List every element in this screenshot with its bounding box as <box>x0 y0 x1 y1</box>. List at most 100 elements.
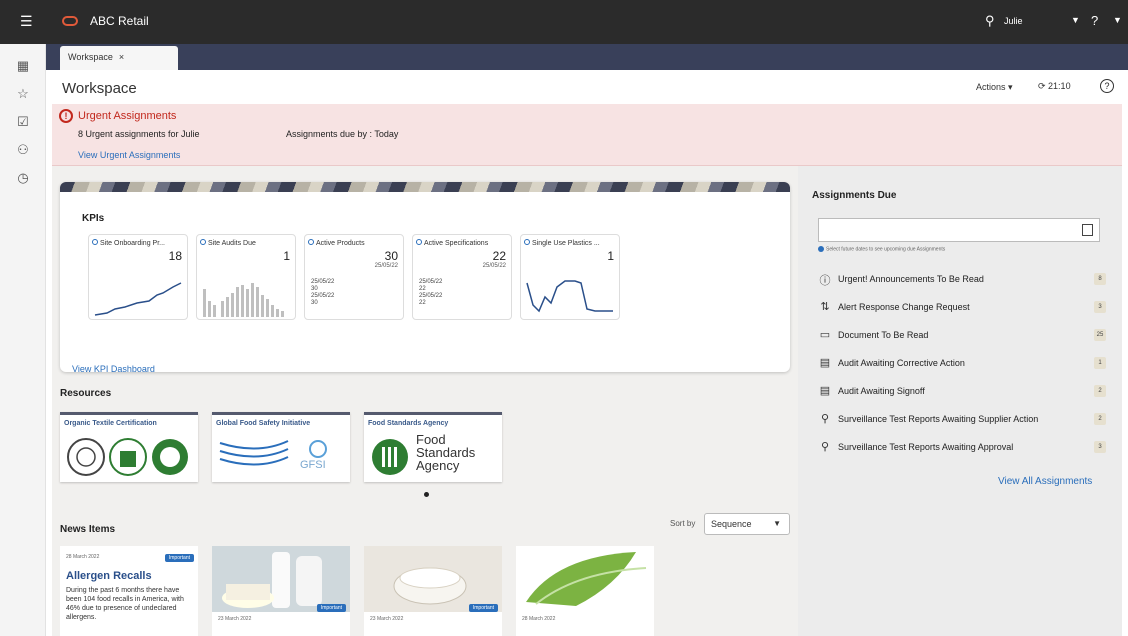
oracle-logo-icon <box>62 16 78 26</box>
kpi-tile-name: Site Onboarding Pr... <box>100 240 165 247</box>
assignment-item[interactable]: ⚲ Surveillance Test Reports Awaiting Sup… <box>818 412 1106 430</box>
kpi-tile[interactable]: Active Products 30 25/05/22 25/05/22 30 … <box>304 234 404 320</box>
page-header: Workspace Actions ▾ ⟳ 21:10 ? <box>46 70 1128 104</box>
lettuce-image-icon <box>516 546 654 612</box>
view-all-assignments-link[interactable]: View All Assignments <box>998 476 1092 487</box>
calendar-icon[interactable] <box>1082 224 1093 236</box>
kpi-row-value: 22 <box>419 286 426 292</box>
kpi-row-date: 25/05/22 <box>419 279 443 285</box>
assignment-label: Document To Be Read <box>838 330 929 340</box>
assignment-item[interactable]: ⓘ Urgent! Announcements To Be Read 8 <box>818 272 1106 290</box>
kpi-row-value: 30 <box>311 300 318 306</box>
kpi-banner <box>60 182 790 192</box>
people-icon[interactable]: ⚇ <box>14 142 32 160</box>
assignment-item[interactable]: ▤ Audit Awaiting Signoff 2 <box>818 384 1106 402</box>
fsa-logo-text: Food Standards Agency <box>416 433 475 472</box>
kpi-tile[interactable]: Active Specifications 22 25/05/22 25/05/… <box>412 234 512 320</box>
news-headline: Allergen Recalls <box>66 570 152 582</box>
sort-by-label: Sort by <box>670 519 696 528</box>
assignment-label: Alert Response Change Request <box>838 302 970 312</box>
assignment-count: 3 <box>1094 441 1106 453</box>
assignment-count: 1 <box>1094 357 1106 369</box>
date-hint-text: Select future dates to see upcoming due … <box>826 246 946 253</box>
resource-card[interactable]: Global Food Safety Initiative GFSI <box>212 412 350 482</box>
close-icon[interactable]: × <box>119 52 124 62</box>
kpi-ring-icon <box>200 239 206 245</box>
assignment-count: 2 <box>1094 413 1106 425</box>
resource-card[interactable]: Food Standards Agency Food Standards Age… <box>364 412 502 482</box>
chevron-down-icon[interactable]: ▼ <box>1113 15 1122 25</box>
assignment-item[interactable]: ⚲ Surveillance Test Reports Awaiting App… <box>818 440 1106 458</box>
app-title: ABC Retail <box>90 14 149 28</box>
news-card[interactable]: 28 March 2022 Important Allergen Recalls… <box>60 546 198 636</box>
kpi-tile-value: 30 <box>384 249 398 263</box>
star-icon[interactable]: ☆ <box>14 86 32 104</box>
resource-title: Organic Textile Certification <box>64 420 157 427</box>
info-icon <box>818 246 824 252</box>
help-icon[interactable]: ? <box>1100 79 1114 93</box>
chevron-down-icon[interactable]: ▼ <box>1071 15 1080 25</box>
kpi-row-date: 25/05/22 <box>311 293 335 299</box>
organic-certification-logo-icon <box>67 438 188 476</box>
grid-icon[interactable]: ▦ <box>14 58 32 76</box>
kpi-ring-icon <box>524 239 530 245</box>
news-card[interactable]: 28 March 2022 <box>516 546 654 636</box>
date-hint: Select future dates to see upcoming due … <box>818 246 945 252</box>
assignment-label: Audit Awaiting Signoff <box>838 386 925 396</box>
assignment-count: 8 <box>1094 273 1106 285</box>
user-icon[interactable]: ⚲ <box>985 13 995 29</box>
kpi-tile-name: Active Specifications <box>424 240 489 247</box>
user-name[interactable]: Julie <box>1004 16 1023 26</box>
fsa-logo-line: Agency <box>416 458 460 473</box>
kpi-tile-value: 1 <box>283 249 290 263</box>
tab-bar: Workspace × <box>46 44 1128 70</box>
kpi-tile-name: Single Use Plastics ... <box>532 240 600 247</box>
due-date-input[interactable] <box>818 218 1100 242</box>
calendar-check-icon[interactable]: ☑ <box>14 114 32 132</box>
actions-menu[interactable]: Actions ▾ <box>976 82 1013 93</box>
assignments-title: Assignments Due <box>812 190 897 201</box>
kpi-title: KPIs <box>82 213 105 224</box>
view-kpi-dashboard-link[interactable]: View KPI Dashboard <box>72 364 155 372</box>
assignment-item[interactable]: ▭ Document To Be Read 25 <box>818 328 1106 346</box>
assignments-panel: Assignments Due Select future dates to s… <box>798 166 1122 636</box>
kpi-tile[interactable]: Single Use Plastics ... 1 <box>520 234 620 320</box>
assignment-label: Surveillance Test Reports Awaiting Suppl… <box>838 414 1039 424</box>
news-card[interactable]: Important 23 March 2022 <box>364 546 502 636</box>
view-urgent-link[interactable]: View Urgent Assignments <box>78 150 180 160</box>
refresh-button[interactable]: ⟳ 21:10 <box>1038 81 1071 92</box>
important-badge: Important <box>164 554 194 562</box>
tab-workspace[interactable]: Workspace × <box>60 46 178 70</box>
news-date: 23 March 2022 <box>218 616 252 622</box>
sort-value: Sequence <box>711 519 752 529</box>
assignment-item[interactable]: ⇅ Alert Response Change Request 3 <box>818 300 1106 318</box>
clock-icon[interactable]: ◷ <box>14 170 32 188</box>
refresh-time: 21:10 <box>1048 81 1071 91</box>
resource-card[interactable]: Organic Textile Certification <box>60 412 198 482</box>
kpi-bar-chart <box>203 283 284 317</box>
gfsi-logo-icon <box>219 440 327 466</box>
sort-select[interactable]: Sequence ▼ <box>704 513 790 535</box>
carousel-indicator[interactable] <box>424 492 429 497</box>
urgent-assignments-banner: ! Urgent Assignments 8 Urgent assignment… <box>52 104 1122 166</box>
assignment-item[interactable]: ▤ Audit Awaiting Corrective Action 1 <box>818 356 1106 374</box>
news-card[interactable]: Important 23 March 2022 <box>212 546 350 636</box>
hand-cream-image-icon <box>364 546 502 612</box>
fsa-logo-icon <box>372 439 408 475</box>
kpi-tile[interactable]: Site Audits Due 1 <box>196 234 296 320</box>
kpi-row-date: 25/05/22 <box>311 279 335 285</box>
chevron-down-icon: ▼ <box>773 519 781 528</box>
help-icon[interactable]: ? <box>1091 13 1098 28</box>
kpi-tile-name: Site Audits Due <box>208 240 256 247</box>
news-date: 28 March 2022 <box>522 616 556 622</box>
kpi-tile-date: 25/05/22 <box>374 263 398 269</box>
urgent-count: 8 Urgent assignments for Julie <box>78 129 200 139</box>
gfsi-logo-text: GFSI <box>300 459 326 471</box>
left-navigation-rail: ▦ ☆ ☑ ⚇ ◷ <box>0 44 46 636</box>
assignment-count: 25 <box>1094 329 1106 341</box>
main-content: KPIs Site Onboarding Pr... 18 Site Audit… <box>52 166 798 636</box>
kpi-tile[interactable]: Site Onboarding Pr... 18 <box>88 234 188 320</box>
clipboard-icon: ▤ <box>819 357 831 369</box>
hamburger-icon[interactable]: ☰ <box>20 13 33 30</box>
top-bar: ☰ ABC Retail ⚲ Julie ▼ ? ▼ <box>0 0 1128 44</box>
